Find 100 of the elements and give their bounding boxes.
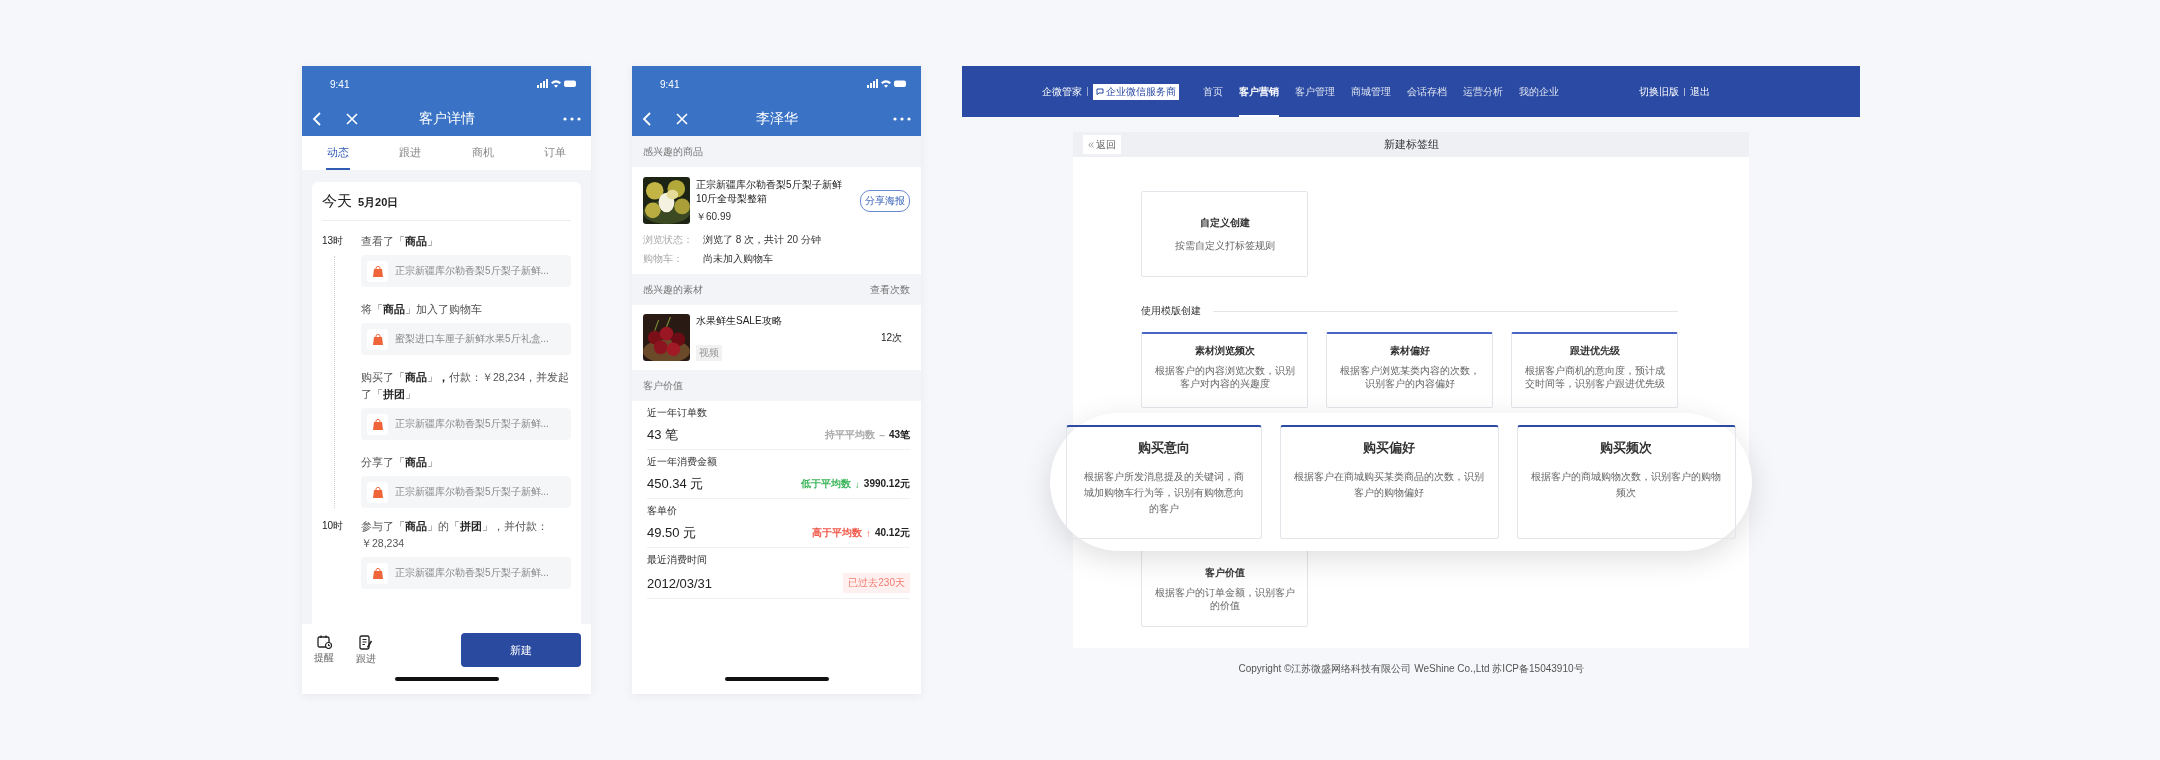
card-description: 根据客户浏览某类内容的次数，识别客户的内容偏好 xyxy=(1338,364,1481,390)
back-icon[interactable] xyxy=(642,112,652,126)
status-icons xyxy=(867,79,907,89)
card-title: 跟进优先级 xyxy=(1569,344,1620,358)
day-label: 今天 xyxy=(322,192,352,211)
card-description: 按需自定义打标签规则 xyxy=(1174,239,1275,252)
card-description: 根据客户在商城购买某类商品的次数，识别客户的购物偏好 xyxy=(1293,470,1486,500)
nav-link[interactable]: 商城管理 xyxy=(1351,66,1391,117)
header-link[interactable]: 退出 xyxy=(1690,84,1710,99)
card-description: 根据客户所发消息提及的关键词，商城加购物车行为等，识别有购物意向的客户 xyxy=(1082,470,1245,516)
day-date: 5月20日 xyxy=(358,195,399,210)
column-header: 查看次数 xyxy=(870,282,910,297)
calendar-clock-icon[interactable] xyxy=(316,634,332,649)
metric-label: 最近消费时间 xyxy=(647,553,708,567)
chat-icon xyxy=(1096,88,1104,95)
section-title: 客户价值 xyxy=(643,378,683,393)
action-label[interactable]: 跟进 xyxy=(356,651,376,666)
average-value: 40.12元 xyxy=(874,526,910,540)
shopping-bag-icon xyxy=(372,418,383,430)
comparison-text: 低于平均数 xyxy=(800,477,851,491)
header-link[interactable]: 切换旧版 xyxy=(1639,84,1679,99)
product-link[interactable]: 正宗新疆库尔勒香梨5斤梨子新鲜... xyxy=(361,408,571,440)
card-title: 素材浏览频次 xyxy=(1194,344,1255,358)
material-tag: 视频 xyxy=(696,345,722,361)
section-title: 感兴趣的素材 xyxy=(643,282,703,297)
metric-value: 43 笔 xyxy=(647,426,679,444)
share-poster-button[interactable]: 分享海报 xyxy=(860,189,910,212)
back-icon[interactable] xyxy=(312,112,322,126)
new-button[interactable]: 新建 xyxy=(461,633,581,667)
nav-link[interactable]: 会话存档 xyxy=(1407,66,1447,117)
product-price: ￥60.99 xyxy=(696,209,733,224)
shopping-bag-icon xyxy=(372,567,383,579)
event-text: 参与了「商品」的「拼团」，并付款：￥28,234 xyxy=(361,519,549,551)
metric-value: 49.50 元 xyxy=(647,524,697,542)
note-edit-icon[interactable] xyxy=(359,634,373,650)
card-title: 购买偏好 xyxy=(1363,439,1416,457)
card-description: 根据客户的内容浏览次数，识别客户对内容的兴趣度 xyxy=(1153,364,1296,390)
metric-value: 450.34 元 xyxy=(647,475,704,493)
shopping-bag-icon xyxy=(372,265,383,277)
event-text: 查看了「商品」 xyxy=(361,234,439,249)
screen-title: 客户详情 xyxy=(417,110,476,128)
section-title: 感兴趣的商品 xyxy=(643,144,703,159)
detail-value: 浏览了 8 次，共计 20 分钟 xyxy=(703,233,821,247)
metric-label: 近一年订单数 xyxy=(647,406,708,420)
trend-arrow: ↑ xyxy=(865,527,871,539)
metric-label: 客单价 xyxy=(647,504,678,518)
back-button[interactable]: 返回 xyxy=(1083,135,1121,154)
event-text: 购买了「商品」，付款：￥28,234，并发起了「拼团」 xyxy=(361,370,571,402)
elapsed-badge: 已过去230天 xyxy=(843,573,910,593)
view-count: 12次 xyxy=(880,330,902,345)
template-card[interactable]: 跟进优先级 根据客户商机的意向度，预计成交时间等，识别客户跟进优先级 xyxy=(1511,332,1678,408)
event-text: 将「商品」加入了购物车 xyxy=(361,302,483,317)
template-card[interactable]: 素材浏览频次 根据客户的内容浏览次数，识别客户对内容的兴趣度 xyxy=(1141,332,1308,408)
partner-badge: 企业微信服务商 xyxy=(1093,83,1179,100)
card-description: 根据客户的商城购物次数，识别客户的购物频次 xyxy=(1530,470,1723,500)
product-link[interactable]: 蜜梨进口车厘子新鲜水果5斤礼盒... xyxy=(361,323,571,355)
hour-label: 10时 xyxy=(322,519,344,533)
screen-title: 李泽华 xyxy=(754,110,799,128)
status-icons xyxy=(537,79,577,89)
close-icon[interactable] xyxy=(676,113,688,125)
card-title: 自定义创建 xyxy=(1199,216,1250,230)
average-value: 3990.12元 xyxy=(863,477,910,491)
nav-link[interactable]: 运营分析 xyxy=(1463,66,1503,117)
more-icon[interactable] xyxy=(893,117,911,121)
nav-link[interactable]: 我的企业 xyxy=(1519,66,1559,117)
product-name: 正宗新疆库尔勒香梨5斤梨子新鲜10斤全母梨整箱 xyxy=(696,177,843,206)
card-title: 购买频次 xyxy=(1600,439,1653,457)
metric-value: 2012/03/31 xyxy=(647,575,713,591)
nav-link[interactable]: 客户营销 xyxy=(1239,66,1279,117)
product-link[interactable]: 正宗新疆库尔勒香梨5斤梨子新鲜... xyxy=(361,557,571,589)
comparison-text: 持平平均数 xyxy=(825,428,876,442)
detail-label: 购物车： xyxy=(643,252,684,266)
event-text: 分享了「商品」 xyxy=(361,455,439,470)
product-link[interactable]: 正宗新疆库尔勒香梨5斤梨子新鲜... xyxy=(361,255,571,287)
template-card[interactable]: 购买意向 根据客户所发消息提及的关键词，商城加购物车行为等，识别有购物意向的客户 xyxy=(1066,425,1262,539)
card-description: 根据客户商机的意向度，预计成交时间等，识别客户跟进优先级 xyxy=(1523,364,1666,390)
card-description: 根据客户的订单金额，识别客户的价值 xyxy=(1153,585,1296,612)
panel-title: 新建标签组 xyxy=(1383,137,1439,152)
shopping-bag-icon xyxy=(372,486,383,498)
nav-link[interactable]: 客户管理 xyxy=(1295,66,1335,117)
product-link[interactable]: 正宗新疆库尔勒香梨5斤梨子新鲜... xyxy=(361,476,571,508)
card-title: 客户价值 xyxy=(1204,565,1245,580)
template-card[interactable]: 素材偏好 根据客户浏览某类内容的次数，识别客户的内容偏好 xyxy=(1326,332,1493,408)
more-icon[interactable] xyxy=(563,117,581,121)
template-card[interactable]: 购买偏好 根据客户在商城购买某类商品的次数，识别客户的购物偏好 xyxy=(1279,425,1499,539)
close-icon[interactable] xyxy=(346,113,358,125)
action-label[interactable]: 提醒 xyxy=(314,650,334,665)
detail-label: 浏览状态： xyxy=(643,233,694,247)
option-card[interactable]: 自定义创建 按需自定义打标签规则 xyxy=(1141,191,1308,277)
double-chevron-icon xyxy=(1088,141,1094,148)
hour-label: 13时 xyxy=(322,234,344,248)
status-time: 9:41 xyxy=(330,78,350,90)
template-card[interactable]: 购买频次 根据客户的商城购物次数，识别客户的购物频次 xyxy=(1516,425,1736,539)
average-value: 43笔 xyxy=(888,428,910,442)
nav-link[interactable]: 首页 xyxy=(1203,66,1223,117)
shopping-bag-icon xyxy=(372,333,383,345)
detail-value: 尚未加入购物车 xyxy=(703,252,773,266)
card-title: 购买意向 xyxy=(1137,439,1190,457)
brand-name: 企微管家 xyxy=(1042,84,1082,99)
comparison-text: 高于平均数 xyxy=(811,526,862,540)
